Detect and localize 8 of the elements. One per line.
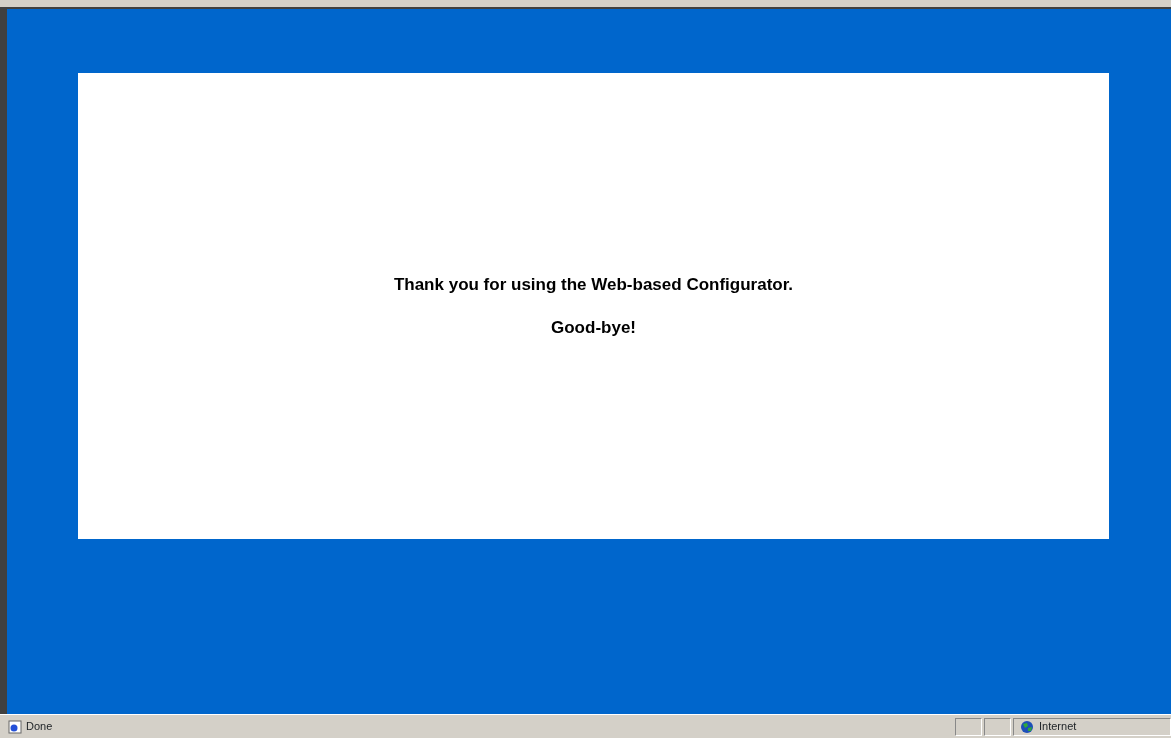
status-text: Done — [26, 719, 53, 735]
page-icon — [8, 719, 22, 734]
thank-you-message: Thank you for using the Web-based Configurator. — [393, 273, 794, 296]
zone-text: Internet — [1039, 719, 1077, 735]
globe-icon — [1020, 719, 1034, 734]
farewell-message: Good-bye! — [551, 317, 636, 339]
status-pane — [984, 717, 1011, 736]
status-pane — [955, 717, 982, 736]
